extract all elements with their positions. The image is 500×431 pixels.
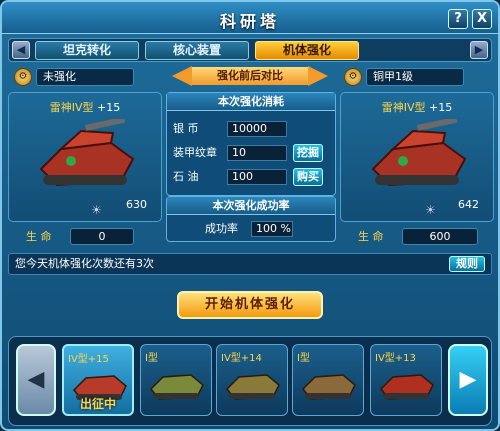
level-icon: ☀ [91, 203, 102, 217]
rate-value: 100 % [251, 221, 293, 237]
left-power-value: 630 [126, 198, 147, 211]
rules-button[interactable]: 规则 [449, 256, 485, 272]
tab-body-enhance[interactable]: 机体强化 [255, 41, 359, 60]
tab-next-icon[interactable]: ▶ [470, 41, 488, 59]
roster-slot[interactable]: IV型+15 出征中 [62, 344, 134, 416]
roster-prev-icon[interactable]: ◀ [16, 344, 56, 416]
tank-icon [301, 374, 356, 400]
success-section: 本次强化成功率 成功率 100 % [166, 196, 336, 242]
roster-slot-label: IV型+14 [221, 353, 262, 364]
rank-badge-icon: ⚙ [344, 68, 362, 86]
tab-tank-conversion[interactable]: 坦克转化 [35, 41, 139, 60]
cost-section: 本次强化消耗 银 币 10000 装甲纹章 10 挖掘 石 油 100 购买 [166, 92, 336, 196]
tab-bar: ◀ 坦克转化 核心装置 机体强化 ▶ [8, 38, 492, 62]
right-tank-panel: 雷神IV型 +15 ☀ 642 [340, 92, 494, 222]
oil-value: 100 [227, 169, 287, 185]
roster-slot[interactable]: IV型+13 [370, 344, 442, 416]
tank-icon [379, 374, 434, 400]
silver-label: 银 币 [173, 122, 199, 135]
left-life-value: 0 [70, 228, 134, 245]
oil-label: 石 油 [173, 170, 199, 183]
roster-slot-label: I型 [145, 353, 158, 364]
research-tower-window: 科研塔 ? X ◀ 坦克转化 核心装置 机体强化 ▶ ⚙ 未强化 强化前后对比 … [0, 0, 500, 431]
right-header: 铜甲1级 [366, 68, 464, 86]
roster-slot[interactable]: I型 [140, 344, 212, 416]
tab-core-device[interactable]: 核心装置 [145, 41, 249, 60]
start-enhance-button[interactable]: 开始机体强化 [177, 291, 323, 319]
notice-bar: 您今天机体强化次数还有3次 规则 [8, 253, 492, 275]
deployed-status: 出征中 [79, 397, 116, 411]
title-bar: 科研塔 ? X [2, 2, 498, 34]
tank-icon [371, 119, 467, 187]
cost-panel: 本次强化消耗 银 币 10000 装甲纹章 10 挖掘 石 油 100 购买 本… [166, 92, 336, 242]
arrow-left-icon [172, 66, 192, 86]
rank-badge-icon: ⚙ [14, 68, 32, 86]
level-icon: ☀ [425, 203, 436, 217]
cost-title: 本次强化消耗 [167, 93, 335, 111]
dig-button[interactable]: 挖掘 [293, 144, 323, 162]
right-life-label: 生 命 [358, 230, 384, 243]
roster-slot-label: IV型+13 [375, 353, 416, 364]
left-tank-name: 雷神IV型 +15 [49, 101, 121, 114]
tank-icon [39, 119, 135, 187]
tank-icon [149, 374, 204, 400]
left-header: 未强化 [36, 68, 134, 86]
buy-button[interactable]: 购买 [293, 168, 323, 186]
silver-value: 10000 [227, 121, 287, 137]
compare-banner: 强化前后对比 [168, 65, 332, 87]
right-tank-name: 雷神IV型 +15 [381, 101, 453, 114]
roster-next-icon[interactable]: ▶ [448, 344, 488, 416]
left-tank-panel: 雷神IV型 +15 ☀ 630 [8, 92, 162, 222]
roster-slot[interactable]: IV型+14 [216, 344, 288, 416]
right-power-value: 642 [458, 198, 479, 211]
help-button[interactable]: ? [448, 9, 468, 29]
notice-text: 您今天机体强化次数还有3次 [15, 257, 154, 270]
window-title: 科研塔 [219, 12, 280, 31]
left-life-label: 生 命 [26, 230, 52, 243]
compare-label: 强化前后对比 [192, 67, 308, 85]
arrow-right-icon [308, 66, 328, 86]
right-life-value: 600 [402, 228, 478, 245]
tab-prev-icon[interactable]: ◀ [12, 41, 30, 59]
roster-slot-label: IV型+15 [68, 354, 109, 365]
roster-slot-label: I型 [297, 353, 310, 364]
success-title: 本次强化成功率 [167, 197, 335, 215]
roster-slot[interactable]: I型 [292, 344, 364, 416]
armor-label: 装甲纹章 [173, 146, 217, 159]
tank-icon [225, 374, 280, 400]
rate-label: 成功率 [205, 222, 238, 235]
armor-value: 10 [227, 145, 287, 161]
close-button[interactable]: X [472, 9, 492, 29]
